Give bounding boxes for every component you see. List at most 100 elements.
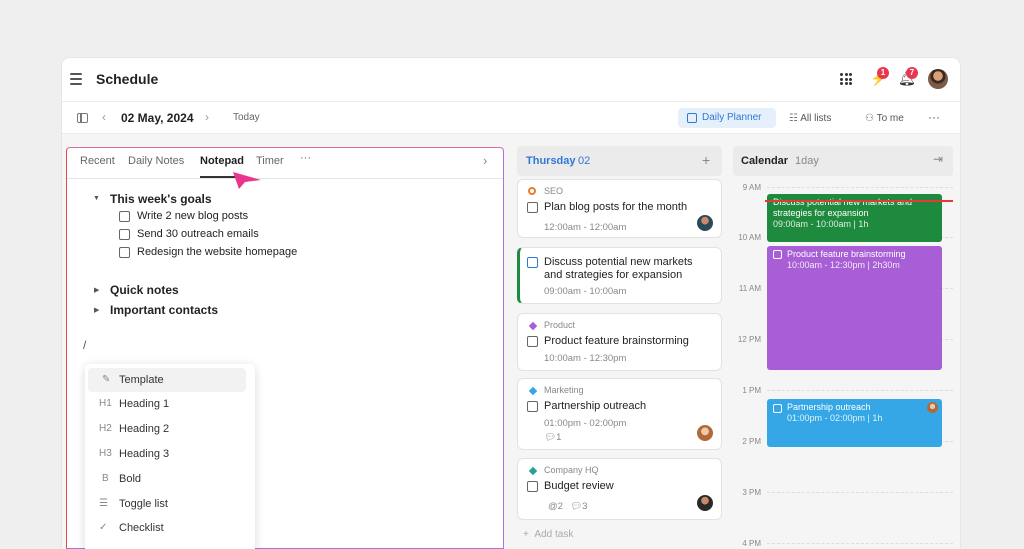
comment-count-value: 3 — [582, 501, 588, 512]
command-label: Toggle list — [119, 498, 168, 510]
command-item-heading-2[interactable]: H2 Heading 2 — [85, 417, 255, 441]
tabs-more-icon[interactable]: ··· — [300, 152, 311, 164]
sidebar-toggle-icon[interactable] — [77, 113, 88, 123]
chevron-left-icon[interactable]: ‹ — [102, 110, 106, 124]
task-title: Plan blog posts for the month — [544, 201, 688, 213]
task-category: Product — [544, 320, 576, 330]
assignee-avatar — [697, 215, 713, 231]
bold-icon: B — [102, 473, 109, 484]
calendar-event[interactable]: Partnership outreach 01:00pm - 02:00pm |… — [767, 399, 942, 447]
task-time: 12:00am - 12:00am — [544, 222, 627, 233]
notepad-panel: Recent Daily Notes Notepad Timer ··· › ▼… — [66, 147, 504, 549]
command-item-toggle-list[interactable]: ☰ Toggle list — [85, 492, 255, 516]
event-title: Partnership outreach — [787, 402, 871, 412]
goal-item: Write 2 new blog posts — [137, 210, 249, 222]
hour-label: 4 PM — [742, 539, 761, 548]
daily-planner-button[interactable]: Daily Planner — [678, 108, 776, 128]
task-category: Marketing — [544, 385, 584, 395]
calendar-header: Calendar 1day ⇥ — [733, 146, 953, 176]
all-lists-label: All lists — [800, 113, 832, 124]
hour-label: 1 PM — [742, 386, 761, 395]
hour-label: 11 AM — [738, 284, 761, 293]
chevron-right-icon[interactable]: › — [205, 110, 209, 124]
task-card[interactable]: Product Product feature brainstorming 10… — [517, 313, 722, 371]
comment-icon: 💬︎ — [570, 501, 583, 512]
expand-triangle-icon[interactable]: ▶ — [94, 286, 99, 294]
marketing-category-icon — [528, 386, 538, 396]
user-avatar[interactable] — [928, 69, 948, 89]
add-icon[interactable]: + — [702, 152, 710, 168]
hamburger-menu-icon[interactable] — [70, 73, 82, 85]
command-item-checklist[interactable]: ✓ Checklist — [85, 516, 255, 540]
event-time: 09:00am - 10:00am | 1h — [773, 219, 869, 229]
event-time: 01:00pm - 02:00pm | 1h — [787, 413, 883, 423]
day-date: 02 — [578, 155, 591, 167]
command-item-template[interactable]: ✎ Template — [88, 368, 246, 392]
collapse-panel-icon[interactable]: ⇥ — [933, 152, 943, 166]
current-time-line — [765, 200, 953, 202]
important-contacts-heading[interactable]: Important contacts — [110, 303, 218, 317]
tab-recent[interactable]: Recent — [80, 155, 115, 167]
comment-count-value: 1 — [556, 432, 562, 443]
activity-bolt-icon[interactable]: ⚡ 1 — [870, 67, 889, 87]
product-category-icon — [528, 321, 538, 331]
command-item-heading-3[interactable]: H3 Heading 3 — [85, 442, 255, 466]
event-checkbox[interactable] — [773, 404, 782, 413]
tab-timer[interactable]: Timer — [256, 155, 284, 167]
tab-notepad[interactable]: Notepad — [200, 155, 244, 167]
hour-label: 12 PM — [737, 335, 761, 344]
quick-notes-heading[interactable]: Quick notes — [110, 283, 179, 297]
calendar-title: Calendar — [741, 155, 789, 167]
date-toolbar: ‹ 02 May, 2024 › Today Daily Planner ☷ A… — [62, 102, 960, 134]
task-title: Budget review — [544, 480, 614, 492]
hour-line — [767, 187, 953, 188]
command-label: Template — [119, 374, 164, 386]
event-checkbox[interactable] — [773, 250, 782, 259]
mention-count: @2 — [548, 501, 563, 512]
task-card[interactable]: Company HQ Budget review @2 💬︎3 — [517, 458, 722, 520]
expand-triangle-icon[interactable]: ▶ — [94, 306, 99, 314]
calendar-range[interactable]: 1day — [795, 155, 819, 167]
task-card[interactable]: SEO Plan blog posts for the month 12:00a… — [517, 179, 722, 238]
command-menu: ✎ Template H1 Heading 1 H2 Heading 2 H3 … — [85, 364, 255, 549]
assignee-avatar — [697, 425, 713, 441]
task-card[interactable]: Marketing Partnership outreach 01:00pm -… — [517, 378, 722, 450]
apps-grid-icon[interactable] — [840, 73, 852, 85]
task-checkbox[interactable] — [527, 401, 538, 412]
hour-line — [767, 543, 953, 544]
hour-label: 10 AM — [738, 233, 761, 242]
goal-checkbox[interactable] — [119, 229, 130, 240]
toggle-list-icon: ☰ — [99, 498, 108, 509]
comment-count: 💬︎1 — [544, 432, 561, 443]
task-checkbox[interactable] — [527, 481, 538, 492]
person-icon: ⚇ — [865, 113, 874, 124]
task-checkbox[interactable] — [527, 336, 538, 347]
to-me-button[interactable]: ⚇ To me — [865, 113, 904, 124]
today-button[interactable]: Today — [233, 112, 260, 123]
add-task-label: Add task — [534, 529, 574, 540]
add-task-button[interactable]: + Add task — [523, 529, 573, 540]
more-options-icon[interactable]: ··· — [928, 110, 940, 124]
seo-category-icon — [528, 187, 536, 195]
task-card[interactable]: Discuss potential new markets and strate… — [517, 247, 722, 304]
hour-label: 3 PM — [742, 488, 761, 497]
goal-checkbox[interactable] — [119, 247, 130, 258]
task-checkbox[interactable] — [527, 202, 538, 213]
command-label: Bold — [119, 473, 142, 485]
calendar-event[interactable]: Product feature brainstorming 10:00am - … — [767, 246, 942, 370]
plus-icon: + — [523, 529, 529, 540]
bell-icon[interactable]: 🔔︎ 7 — [898, 67, 918, 87]
tab-daily-notes[interactable]: Daily Notes — [128, 155, 184, 167]
chevron-right-icon[interactable]: › — [483, 153, 487, 168]
command-item-heading-1[interactable]: H1 Heading 1 — [85, 392, 255, 416]
comment-icon: 💬︎ — [544, 432, 557, 443]
all-lists-button[interactable]: ☷ All lists — [789, 113, 831, 124]
heading-1-icon: H1 — [99, 398, 112, 409]
task-category: Company HQ — [544, 465, 599, 475]
page-title: Schedule — [96, 71, 159, 87]
slash-command-input[interactable]: / — [83, 338, 86, 352]
company-hq-category-icon — [528, 466, 538, 476]
collapse-triangle-icon[interactable]: ▼ — [93, 195, 100, 202]
goal-checkbox[interactable] — [119, 211, 130, 222]
command-item-bold[interactable]: B Bold — [85, 467, 255, 491]
